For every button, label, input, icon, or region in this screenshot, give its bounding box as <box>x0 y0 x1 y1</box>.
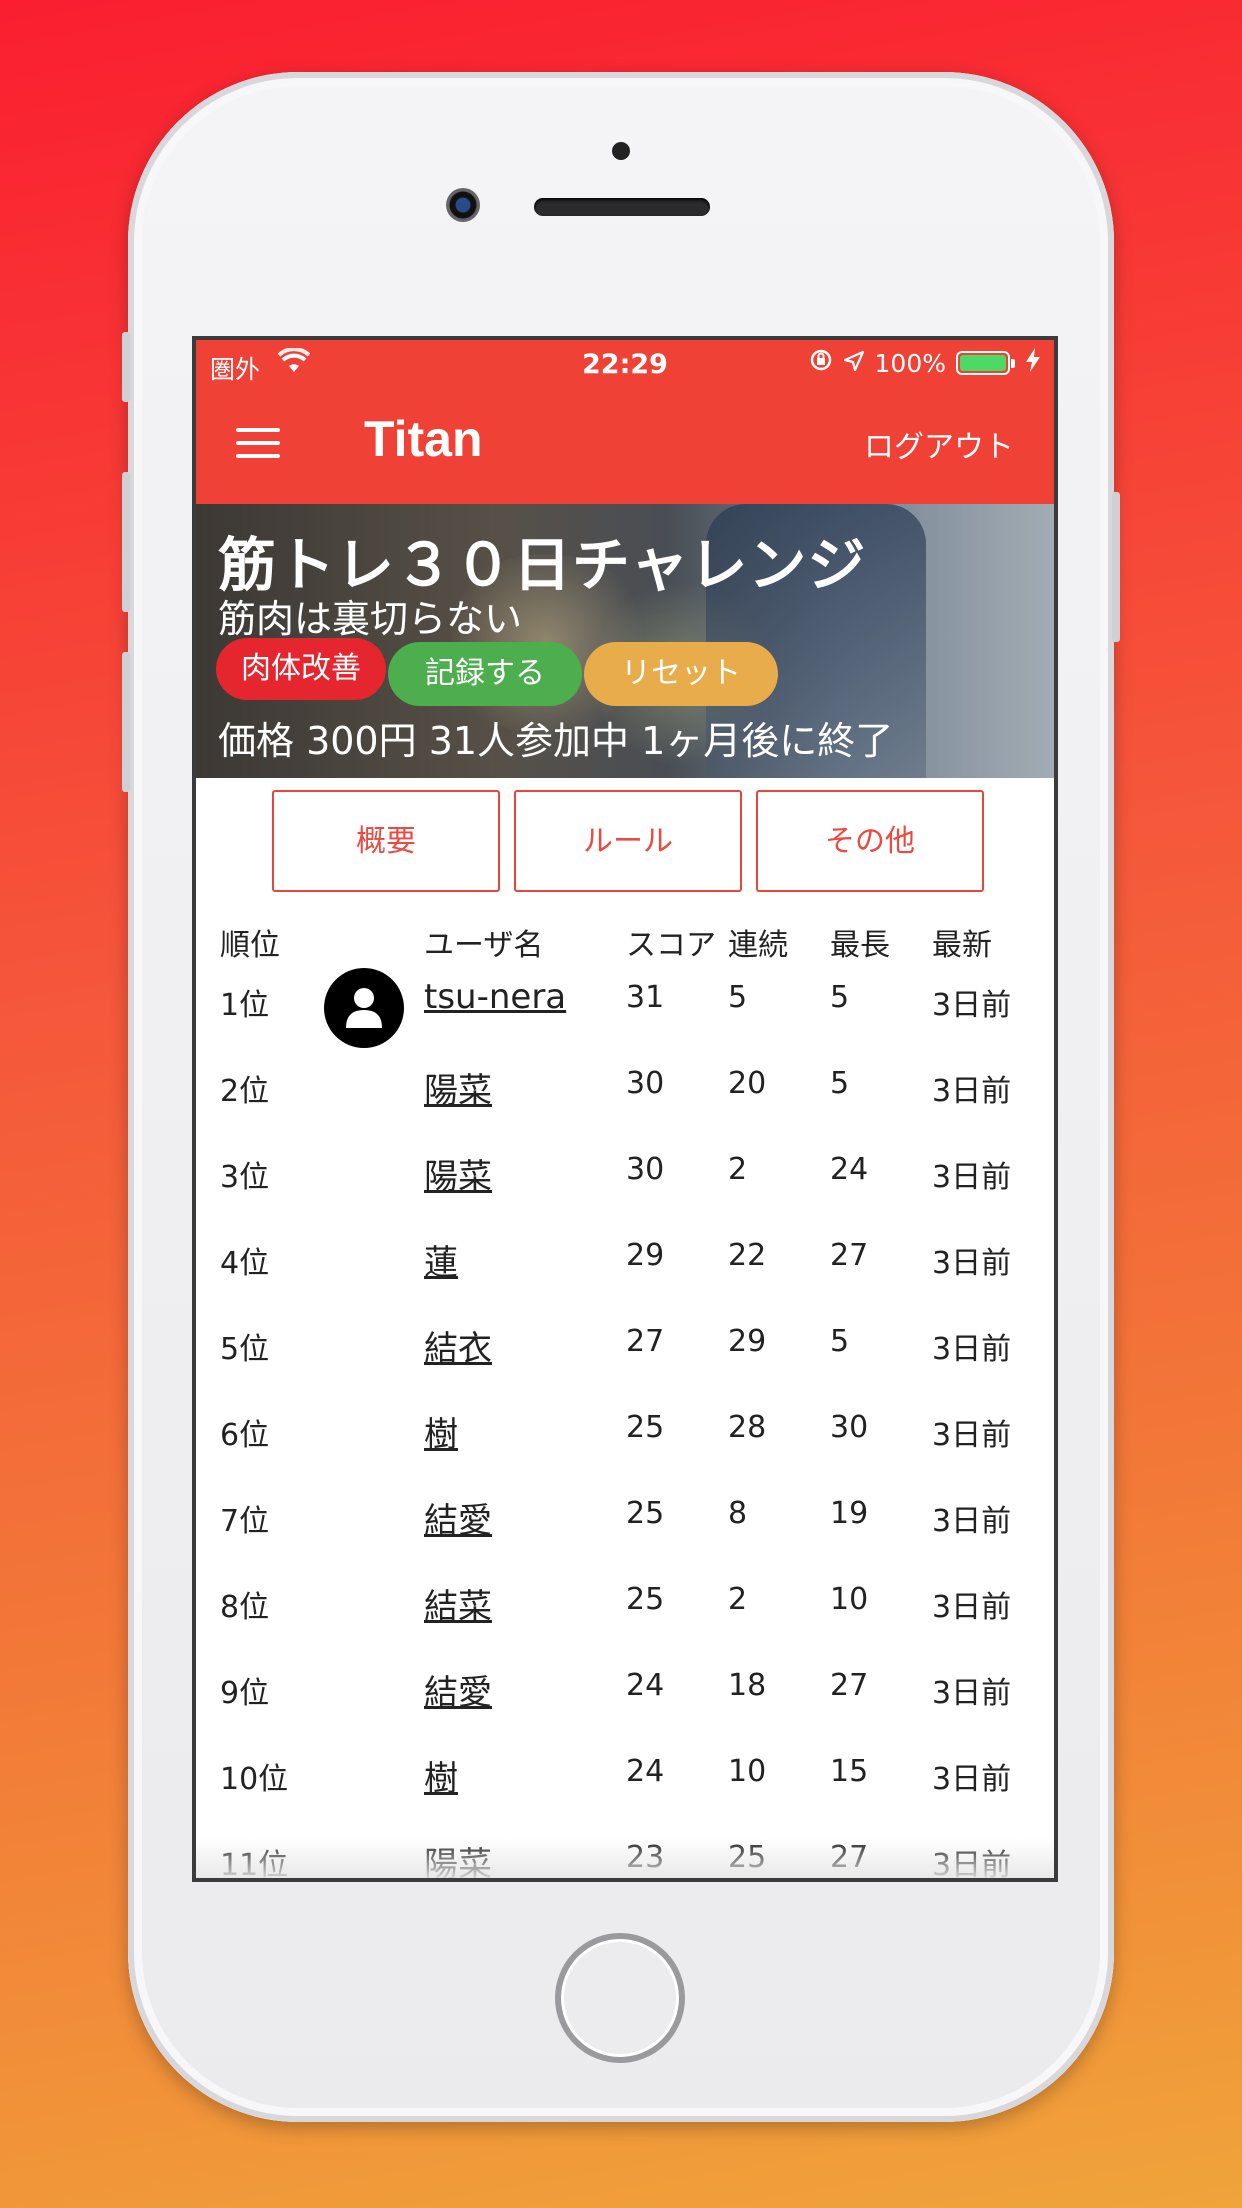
max-cell: 19 <box>830 1496 869 1531</box>
last-cell: 3日前 <box>932 1332 1012 1367</box>
score-cell: 24 <box>626 1754 665 1789</box>
proximity-sensor <box>612 142 630 160</box>
username-link[interactable]: 樹 <box>424 1407 458 1456</box>
last-cell: 3日前 <box>932 1160 1012 1195</box>
status-right: 100% <box>809 348 1040 378</box>
max-cell: 5 <box>830 980 850 1015</box>
tab-rules[interactable]: ルール <box>514 790 742 892</box>
header-last: 最新 <box>932 928 992 963</box>
streak-cell: 18 <box>728 1668 767 1703</box>
logout-button[interactable]: ログアウト <box>864 422 1014 466</box>
username-link[interactable]: 蓮 <box>424 1235 458 1284</box>
streak-cell: 5 <box>728 980 748 1015</box>
mute-switch <box>122 332 130 402</box>
header-user: ユーザ名 <box>424 928 544 963</box>
user-silhouette-icon <box>346 988 382 1028</box>
streak-cell: 10 <box>728 1754 767 1789</box>
last-cell: 3日前 <box>932 1246 1012 1281</box>
username-link[interactable]: 結菜 <box>424 1579 492 1628</box>
score-cell: 25 <box>626 1582 665 1617</box>
score-cell: 25 <box>626 1496 665 1531</box>
last-cell: 3日前 <box>932 1504 1012 1539</box>
last-cell: 3日前 <box>932 1762 1012 1797</box>
last-cell: 3日前 <box>932 1418 1012 1453</box>
streak-cell: 29 <box>728 1324 767 1359</box>
username-link[interactable]: 結愛 <box>424 1493 492 1542</box>
front-camera <box>446 188 480 222</box>
username-link[interactable]: 結衣 <box>424 1321 492 1370</box>
power-button <box>1112 492 1120 642</box>
max-cell: 24 <box>830 1152 869 1187</box>
battery-percent: 100% <box>874 348 946 378</box>
volume-down-button <box>122 652 130 792</box>
rank-cell: 7位 <box>220 1504 270 1539</box>
max-cell: 27 <box>830 1668 869 1703</box>
rank-cell: 6位 <box>220 1418 270 1453</box>
streak-cell: 28 <box>728 1410 767 1445</box>
username-link[interactable]: 結愛 <box>424 1665 492 1714</box>
reset-button[interactable]: リセット <box>584 642 778 706</box>
streak-cell: 2 <box>728 1152 748 1187</box>
score-cell: 24 <box>626 1668 665 1703</box>
username-link[interactable]: tsu-nera <box>424 977 566 1017</box>
rank-cell: 2位 <box>220 1074 270 1109</box>
last-cell: 3日前 <box>932 1590 1012 1625</box>
score-cell: 27 <box>626 1324 665 1359</box>
username-link[interactable]: 陽菜 <box>424 1149 492 1198</box>
app-header: 圏外 22:29 100% Titan ログアウト <box>196 340 1054 504</box>
app-screen: 圏外 22:29 100% Titan ログアウト 筋トレ３０日チャレンジ 筋肉… <box>192 336 1058 1882</box>
last-cell: 3日前 <box>932 1074 1012 1109</box>
category-tag: 肉体改善 <box>216 638 386 700</box>
streak-cell: 2 <box>728 1582 748 1617</box>
charging-bolt-icon <box>1026 348 1040 378</box>
orientation-lock-icon <box>809 348 833 378</box>
rank-cell: 9位 <box>220 1676 270 1711</box>
hamburger-menu-icon[interactable] <box>236 428 280 458</box>
rank-cell: 1位 <box>220 988 270 1023</box>
battery-level <box>960 355 1006 371</box>
avatar[interactable] <box>324 968 404 1048</box>
rank-cell: 8位 <box>220 1590 270 1625</box>
scroll-fade <box>196 1838 1054 1878</box>
score-cell: 25 <box>626 1410 665 1445</box>
challenge-info: 価格 300円 31人参加中 1ヶ月後に終了 <box>218 719 894 763</box>
username-link[interactable]: 陽菜 <box>424 1063 492 1112</box>
score-cell: 30 <box>626 1152 665 1187</box>
last-cell: 3日前 <box>932 1676 1012 1711</box>
max-cell: 10 <box>830 1582 869 1617</box>
rank-cell: 4位 <box>220 1246 270 1281</box>
challenge-hero: 筋トレ３０日チャレンジ 筋肉は裏切らない 肉体改善 記録する リセット 価格 3… <box>196 504 1054 778</box>
score-cell: 29 <box>626 1238 665 1273</box>
username-link[interactable]: 樹 <box>424 1751 458 1800</box>
streak-cell: 20 <box>728 1066 767 1101</box>
volume-up-button <box>122 472 130 612</box>
tab-other[interactable]: その他 <box>756 790 984 892</box>
app-title: Titan <box>364 411 483 467</box>
status-bar: 圏外 22:29 100% <box>196 340 1054 392</box>
max-cell: 5 <box>830 1324 850 1359</box>
score-cell: 31 <box>626 980 665 1015</box>
score-cell: 30 <box>626 1066 665 1101</box>
home-button[interactable] <box>555 1933 685 2063</box>
earpiece-speaker <box>534 198 710 216</box>
battery-icon <box>956 351 1015 375</box>
record-button[interactable]: 記録する <box>388 642 582 706</box>
tab-overview[interactable]: 概要 <box>272 790 500 892</box>
rank-cell: 10位 <box>220 1762 289 1797</box>
challenge-subtitle: 筋肉は裏切らない <box>218 597 523 641</box>
streak-cell: 8 <box>728 1496 748 1531</box>
max-cell: 27 <box>830 1238 869 1273</box>
max-cell: 5 <box>830 1066 850 1101</box>
streak-cell: 22 <box>728 1238 767 1273</box>
header-rank: 順位 <box>220 928 280 963</box>
location-arrow-icon <box>843 349 865 378</box>
rank-cell: 5位 <box>220 1332 270 1367</box>
rank-cell: 3位 <box>220 1160 270 1195</box>
last-cell: 3日前 <box>932 988 1012 1023</box>
header-streak: 連続 <box>728 928 788 963</box>
header-score: スコア <box>626 928 716 963</box>
max-cell: 30 <box>830 1410 869 1445</box>
max-cell: 15 <box>830 1754 869 1789</box>
header-max: 最長 <box>830 928 890 963</box>
